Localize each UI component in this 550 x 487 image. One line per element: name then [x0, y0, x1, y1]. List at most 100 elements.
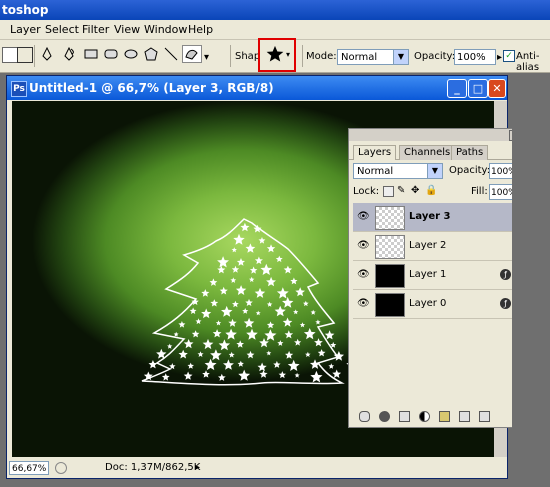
- visibility-eye-icon[interactable]: 👁: [357, 240, 370, 251]
- menu-window[interactable]: Window: [144, 23, 187, 36]
- star-icon: [258, 237, 266, 244]
- star-icon: [317, 349, 326, 357]
- star-icon: [210, 299, 219, 307]
- close-button[interactable]: ✕: [488, 79, 506, 98]
- star-icon: [230, 277, 237, 283]
- star-icon: [284, 330, 294, 339]
- shape-picker[interactable]: ▾: [258, 38, 296, 72]
- mode-label: Mode:: [306, 51, 337, 62]
- line-tool-icon[interactable]: [164, 47, 178, 61]
- rounded-rectangle-icon[interactable]: [104, 47, 118, 61]
- maximize-button[interactable]: □: [468, 79, 488, 98]
- layer-name: Layer 1: [409, 269, 447, 280]
- star-icon: [212, 329, 222, 338]
- star-icon: [236, 258, 245, 266]
- mode-select[interactable]: Normal ▼: [337, 49, 409, 65]
- opacity-value: 100%: [457, 52, 486, 63]
- chevron-down-icon: ▼: [393, 50, 408, 64]
- visibility-eye-icon[interactable]: 👁: [357, 269, 370, 280]
- star-icon: [189, 307, 197, 314]
- add-mask-icon[interactable]: [399, 411, 410, 422]
- ellipse-tool-icon[interactable]: [124, 47, 138, 61]
- layer-style-icon[interactable]: [379, 411, 390, 422]
- rectangle-tool-icon[interactable]: [84, 47, 98, 61]
- shape-layers-icon[interactable]: [17, 47, 33, 63]
- visibility-eye-icon[interactable]: 👁: [357, 298, 370, 309]
- star-icon: [303, 300, 309, 307]
- custom-shape-icon[interactable]: [182, 45, 202, 63]
- lock-position-icon[interactable]: ✥: [411, 185, 419, 196]
- star-icon: [295, 287, 305, 297]
- star-icon: [260, 263, 273, 275]
- opacity-field[interactable]: 100%: [454, 49, 496, 65]
- tool-preset-icon[interactable]: [2, 47, 18, 63]
- star-icon: [236, 340, 244, 348]
- antialias-label: Anti-alias: [516, 51, 540, 73]
- status-info-icon[interactable]: [55, 462, 67, 474]
- delete-layer-icon[interactable]: [479, 411, 490, 422]
- fill-label: Fill:: [471, 186, 488, 197]
- document-title: Untitled-1 @ 66,7% (Layer 3, RGB/8): [29, 81, 274, 95]
- star-icon: [283, 265, 293, 274]
- status-arrow-icon[interactable]: ▸: [195, 462, 200, 473]
- layer-row[interactable]: 👁 Layer 0 ƒ ▾: [353, 290, 525, 319]
- layer-thumbnail: [375, 206, 405, 230]
- photoshop-icon: Ps: [11, 81, 27, 97]
- star-icon: [173, 331, 179, 337]
- new-group-icon[interactable]: [439, 411, 450, 422]
- star-icon: [266, 321, 275, 329]
- star-icon: [266, 350, 272, 356]
- freeform-pen-icon[interactable]: [62, 47, 76, 61]
- star-icon: [240, 222, 250, 232]
- layer-effects-icon[interactable]: ƒ: [500, 298, 511, 309]
- tab-layers[interactable]: Layers: [353, 145, 397, 160]
- star-icon: [161, 373, 170, 381]
- opacity-arrow-icon[interactable]: ▸: [497, 52, 502, 63]
- antialias-checkbox[interactable]: ✓: [503, 50, 515, 62]
- new-layer-icon[interactable]: [459, 411, 470, 422]
- star-icon: [315, 319, 321, 325]
- link-layers-icon[interactable]: [359, 411, 370, 422]
- tab-paths[interactable]: Paths: [451, 145, 489, 160]
- lock-transparent-icon[interactable]: [383, 186, 394, 197]
- menu-select[interactable]: Select: [45, 23, 79, 36]
- pen-icon[interactable]: [40, 47, 54, 61]
- star-icon: [183, 339, 194, 349]
- layer-row[interactable]: 👁 Layer 1 ƒ ▾: [353, 261, 525, 290]
- star-icon: [245, 243, 256, 253]
- adjustment-layer-icon[interactable]: [419, 411, 430, 422]
- zoom-field[interactable]: 66,67%: [9, 461, 49, 475]
- menu-layer[interactable]: Layer: [10, 23, 41, 36]
- menu-view[interactable]: View: [114, 23, 140, 36]
- lock-pixels-icon[interactable]: ✎: [397, 185, 405, 196]
- star-icon: [228, 318, 237, 327]
- minimize-button[interactable]: _: [447, 79, 467, 98]
- star-icon: [274, 305, 286, 317]
- star-icon: [249, 266, 258, 274]
- tab-channels[interactable]: Channels: [399, 145, 456, 160]
- star-icon: [195, 318, 202, 325]
- star-icon: [246, 328, 258, 340]
- menu-help[interactable]: Help: [188, 23, 213, 36]
- star-icon: [218, 339, 231, 351]
- blend-mode-select[interactable]: Normal ▼: [353, 163, 443, 179]
- shape-dropdown-icon[interactable]: ▾: [286, 50, 290, 59]
- star-icon: [231, 247, 237, 253]
- star-icon: [249, 276, 255, 282]
- layer-row[interactable]: 👁 Layer 3: [353, 203, 525, 232]
- star-icon: [276, 287, 289, 299]
- star-icon: [210, 349, 222, 361]
- layer-name: Layer 3: [409, 211, 451, 222]
- custom-shape-dropdown-icon[interactable]: ▾: [204, 52, 209, 63]
- star-icon: [243, 317, 255, 328]
- polygon-tool-icon[interactable]: [144, 47, 158, 61]
- layer-row[interactable]: 👁 Layer 2: [353, 232, 525, 261]
- star-icon: [275, 255, 283, 263]
- visibility-eye-icon[interactable]: 👁: [357, 211, 370, 222]
- layer-effects-icon[interactable]: ƒ: [500, 269, 511, 280]
- lock-all-icon[interactable]: 🔒: [425, 185, 437, 196]
- mode-value: Normal: [341, 52, 378, 63]
- star-icon: [293, 309, 299, 315]
- app-titlebar: toshop: [0, 0, 550, 20]
- menu-filter[interactable]: Filter: [82, 23, 109, 36]
